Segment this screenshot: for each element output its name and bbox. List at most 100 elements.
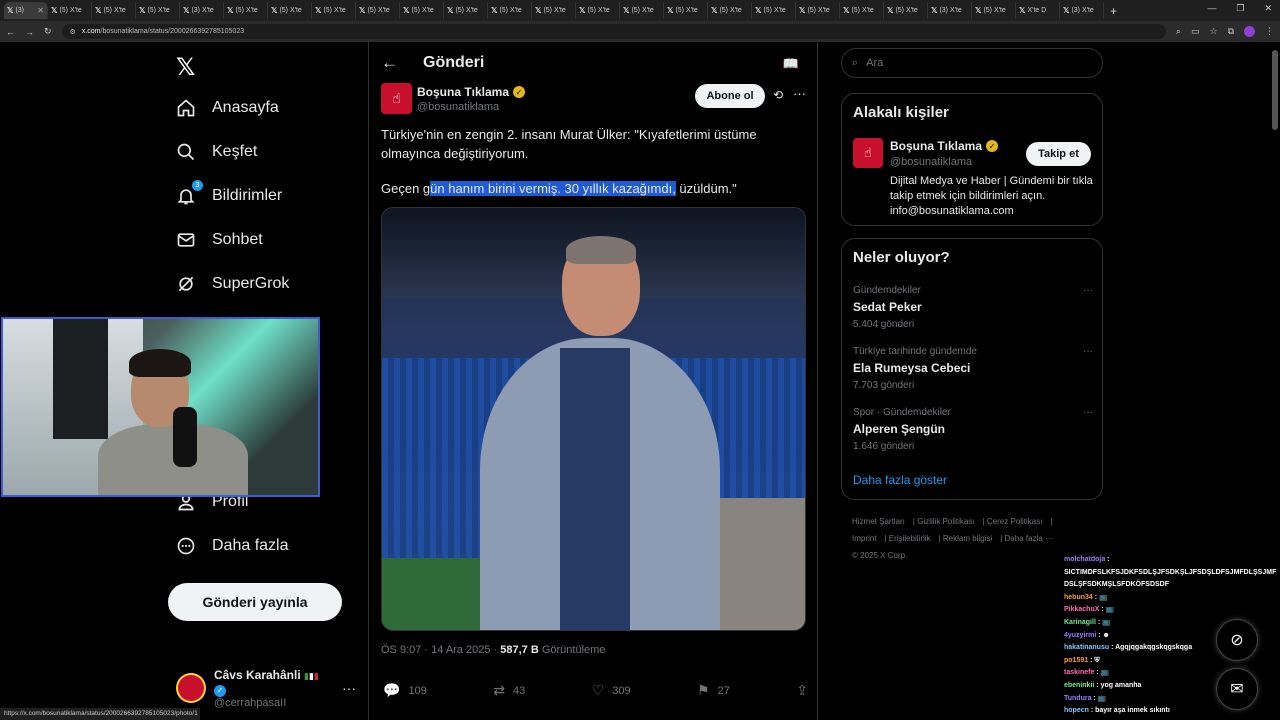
messages-fab-button[interactable]: ✉ [1216,668,1258,710]
author-avatar[interactable]: ☝ [381,83,412,114]
follow-button[interactable]: Takip et [1026,142,1091,166]
footer-link[interactable]: Daha fazla ··· [1005,534,1053,543]
browser-tab[interactable]: 𝕏 (5) X'te [136,2,180,19]
browser-tab[interactable]: 𝕏 (5) X'te [488,2,532,19]
subscribe-button[interactable]: Abone ol [695,84,765,108]
browser-profile-avatar[interactable] [1244,26,1255,37]
footer-link[interactable]: Hizmet Şartları [852,517,905,526]
browser-tab[interactable]: 𝕏 (5) X'te [400,2,444,19]
browser-tab[interactable]: 𝕏 (5) X'te [48,2,92,19]
address-bar[interactable]: ⚙ x.com/bosunatiklama/status/20002663927… [61,24,1166,39]
more-horizontal-icon[interactable]: ··· [1083,346,1093,357]
trend-item[interactable]: Gündemdekiler Sedat Peker 5.404 gönderi … [853,285,1093,330]
scrollbar[interactable] [1272,50,1278,130]
nav-item-more[interactable]: Daha fazla [176,536,289,556]
browser-tab[interactable]: 𝕏 (5) X'te [620,2,664,19]
home-icon [176,98,196,118]
nav-item-chat[interactable]: Sohbet [176,230,263,250]
extensions-icon[interactable]: ⧉ [1228,26,1234,37]
back-nav-icon[interactable]: ← [6,27,15,37]
bookmark-button[interactable]: ⚑ 27 [697,682,730,699]
browser-tab[interactable]: 𝕏 (5) X'te [752,2,796,19]
restore-icon[interactable]: ❐ [1236,3,1244,14]
footer-link[interactable]: Reklam bilgisi [943,534,992,543]
bookmark-star-icon[interactable]: ☆ [1209,26,1217,37]
zoom-icon[interactable]: ⌕ [1176,26,1181,37]
cast-icon[interactable]: ▭ [1191,26,1200,37]
reply-icon: 💬 [383,682,401,698]
grok-explain-icon[interactable]: ⟲ [773,88,783,102]
footer-link[interactable]: Erişilebilirlik [889,534,931,543]
browser-tab[interactable]: 𝕏 (5) X'te [840,2,884,19]
nav-item-home[interactable]: Anasayfa [176,98,279,118]
browser-tab[interactable]: 𝕏 (5) X'te [268,2,312,19]
reload-icon[interactable]: ↻ [44,26,52,37]
nav-item-supergrok[interactable]: SuperGrok [176,274,289,294]
more-horizontal-icon[interactable]: ··· [1083,407,1093,418]
reader-mode-icon[interactable]: 📖 [783,56,799,72]
share-button[interactable]: ⇪ [796,682,808,699]
author-handle[interactable]: @bosunatiklama [417,101,499,113]
grok-fab-button[interactable]: ⊘ [1216,619,1258,661]
browser-tab[interactable]: 𝕏 (5) X'te [576,2,620,19]
footer-link[interactable]: Imprint [852,534,876,543]
new-tab-icon[interactable]: + [1104,4,1123,18]
browser-menu-icon[interactable]: ⋮ [1265,26,1274,37]
browser-tab[interactable]: 𝕏 (5) X'te [92,2,136,19]
nav-item-explore[interactable]: Keşfet [176,142,257,162]
related-name: Boşuna Tıklama [890,139,983,153]
tab-label: (5) X'te [719,7,742,14]
tab-close-icon[interactable]: ✕ [37,6,44,15]
related-name-row[interactable]: Boşuna Tıklama ✓ [890,139,999,153]
tweet-time[interactable]: ÖS 9:07 · 14 Ara 2025 · [381,644,500,656]
repost-button[interactable]: ⇄ 43 [493,682,525,699]
search-input[interactable]: ⌕ Ara [841,48,1103,78]
browser-tab[interactable]: 𝕏 (3) X'te [180,2,224,19]
footer-link[interactable]: Gizlilik Politikası [917,517,974,526]
tweet-photo[interactable] [381,207,806,631]
chat-username: taskinefe [1064,669,1095,677]
nav-label: Keşfet [212,143,258,160]
related-avatar[interactable]: ☝ [853,138,883,168]
browser-tab[interactable]: 𝕏 (5) X'te [224,2,268,19]
x-favicon-icon: 𝕏 [711,6,718,15]
minimize-icon[interactable]: — [1207,3,1216,14]
browser-tab[interactable]: 𝕏 (5) X'te [884,2,928,19]
browser-tab[interactable]: 𝕏 (5) X'te [708,2,752,19]
browser-tab[interactable]: 𝕏 (5) X'te [356,2,400,19]
x-logo-icon[interactable]: 𝕏 [176,53,195,82]
browser-tab[interactable]: 𝕏 (5) X'te [532,2,576,19]
more-horizontal-icon[interactable]: ··· [793,86,806,101]
footer-link[interactable]: Çerez Politikası [987,517,1043,526]
trend-item[interactable]: Spor · Gündemdekiler Alperen Şengün 1.64… [853,407,1093,452]
browser-tab[interactable]: 𝕏 (5) X'te [796,2,840,19]
bookmark-count: 27 [717,684,730,697]
author-name-row[interactable]: Boşuna Tıklama ✓ [417,85,526,99]
browser-tab[interactable]: 𝕏 (5) X'te [444,2,488,19]
browser-tab[interactable]: 𝕏 (3) X'te [1060,2,1104,19]
trend-item[interactable]: Türkiye tarihinde gündemde Ela Rumeysa C… [853,346,1093,391]
chat-text: SICTIMDFSLKFSJDKFSDLŞJFSDKŞLJFSDŞLDFSJMF… [1064,568,1277,589]
browser-tab[interactable]: 𝕏 (5) X'te [312,2,356,19]
like-button[interactable]: ♡ 309 [592,682,631,699]
tab-label: (5) X'te [895,7,918,14]
site-info-icon[interactable]: ⚙ [70,28,76,36]
close-window-icon[interactable]: ✕ [1264,3,1272,14]
more-horizontal-icon[interactable]: ··· [1083,285,1093,296]
browser-tab[interactable]: 𝕏 X'te D [1016,2,1060,19]
account-switcher[interactable]: Câvs Karahânli ▮▮▮ ✓ @cerrahpasaII ··· [176,668,356,709]
nav-item-notifications[interactable]: 3 Bildirimler [176,180,282,206]
post-button[interactable]: Gönderi yayınla [168,583,342,621]
browser-tab[interactable]: 𝕏 (3) X'te [928,2,972,19]
more-horizontal-icon[interactable]: ··· [342,680,356,696]
browser-tab[interactable]: 𝕏 (5) X'te [664,2,708,19]
forward-nav-icon[interactable]: → [25,27,34,37]
related-handle[interactable]: @bosunatiklama [890,156,972,168]
reply-button[interactable]: 💬 109 [383,682,427,699]
show-more-link[interactable]: Daha fazla göster [853,473,947,487]
browser-tab[interactable]: 𝕏 (3) ✕ [4,2,48,19]
chat-username: hopecn [1064,707,1089,715]
browser-tab[interactable]: 𝕏 (5) X'te [972,2,1016,19]
chat-text: 📺 [1102,618,1111,626]
back-arrow-icon[interactable]: ← [381,53,398,73]
